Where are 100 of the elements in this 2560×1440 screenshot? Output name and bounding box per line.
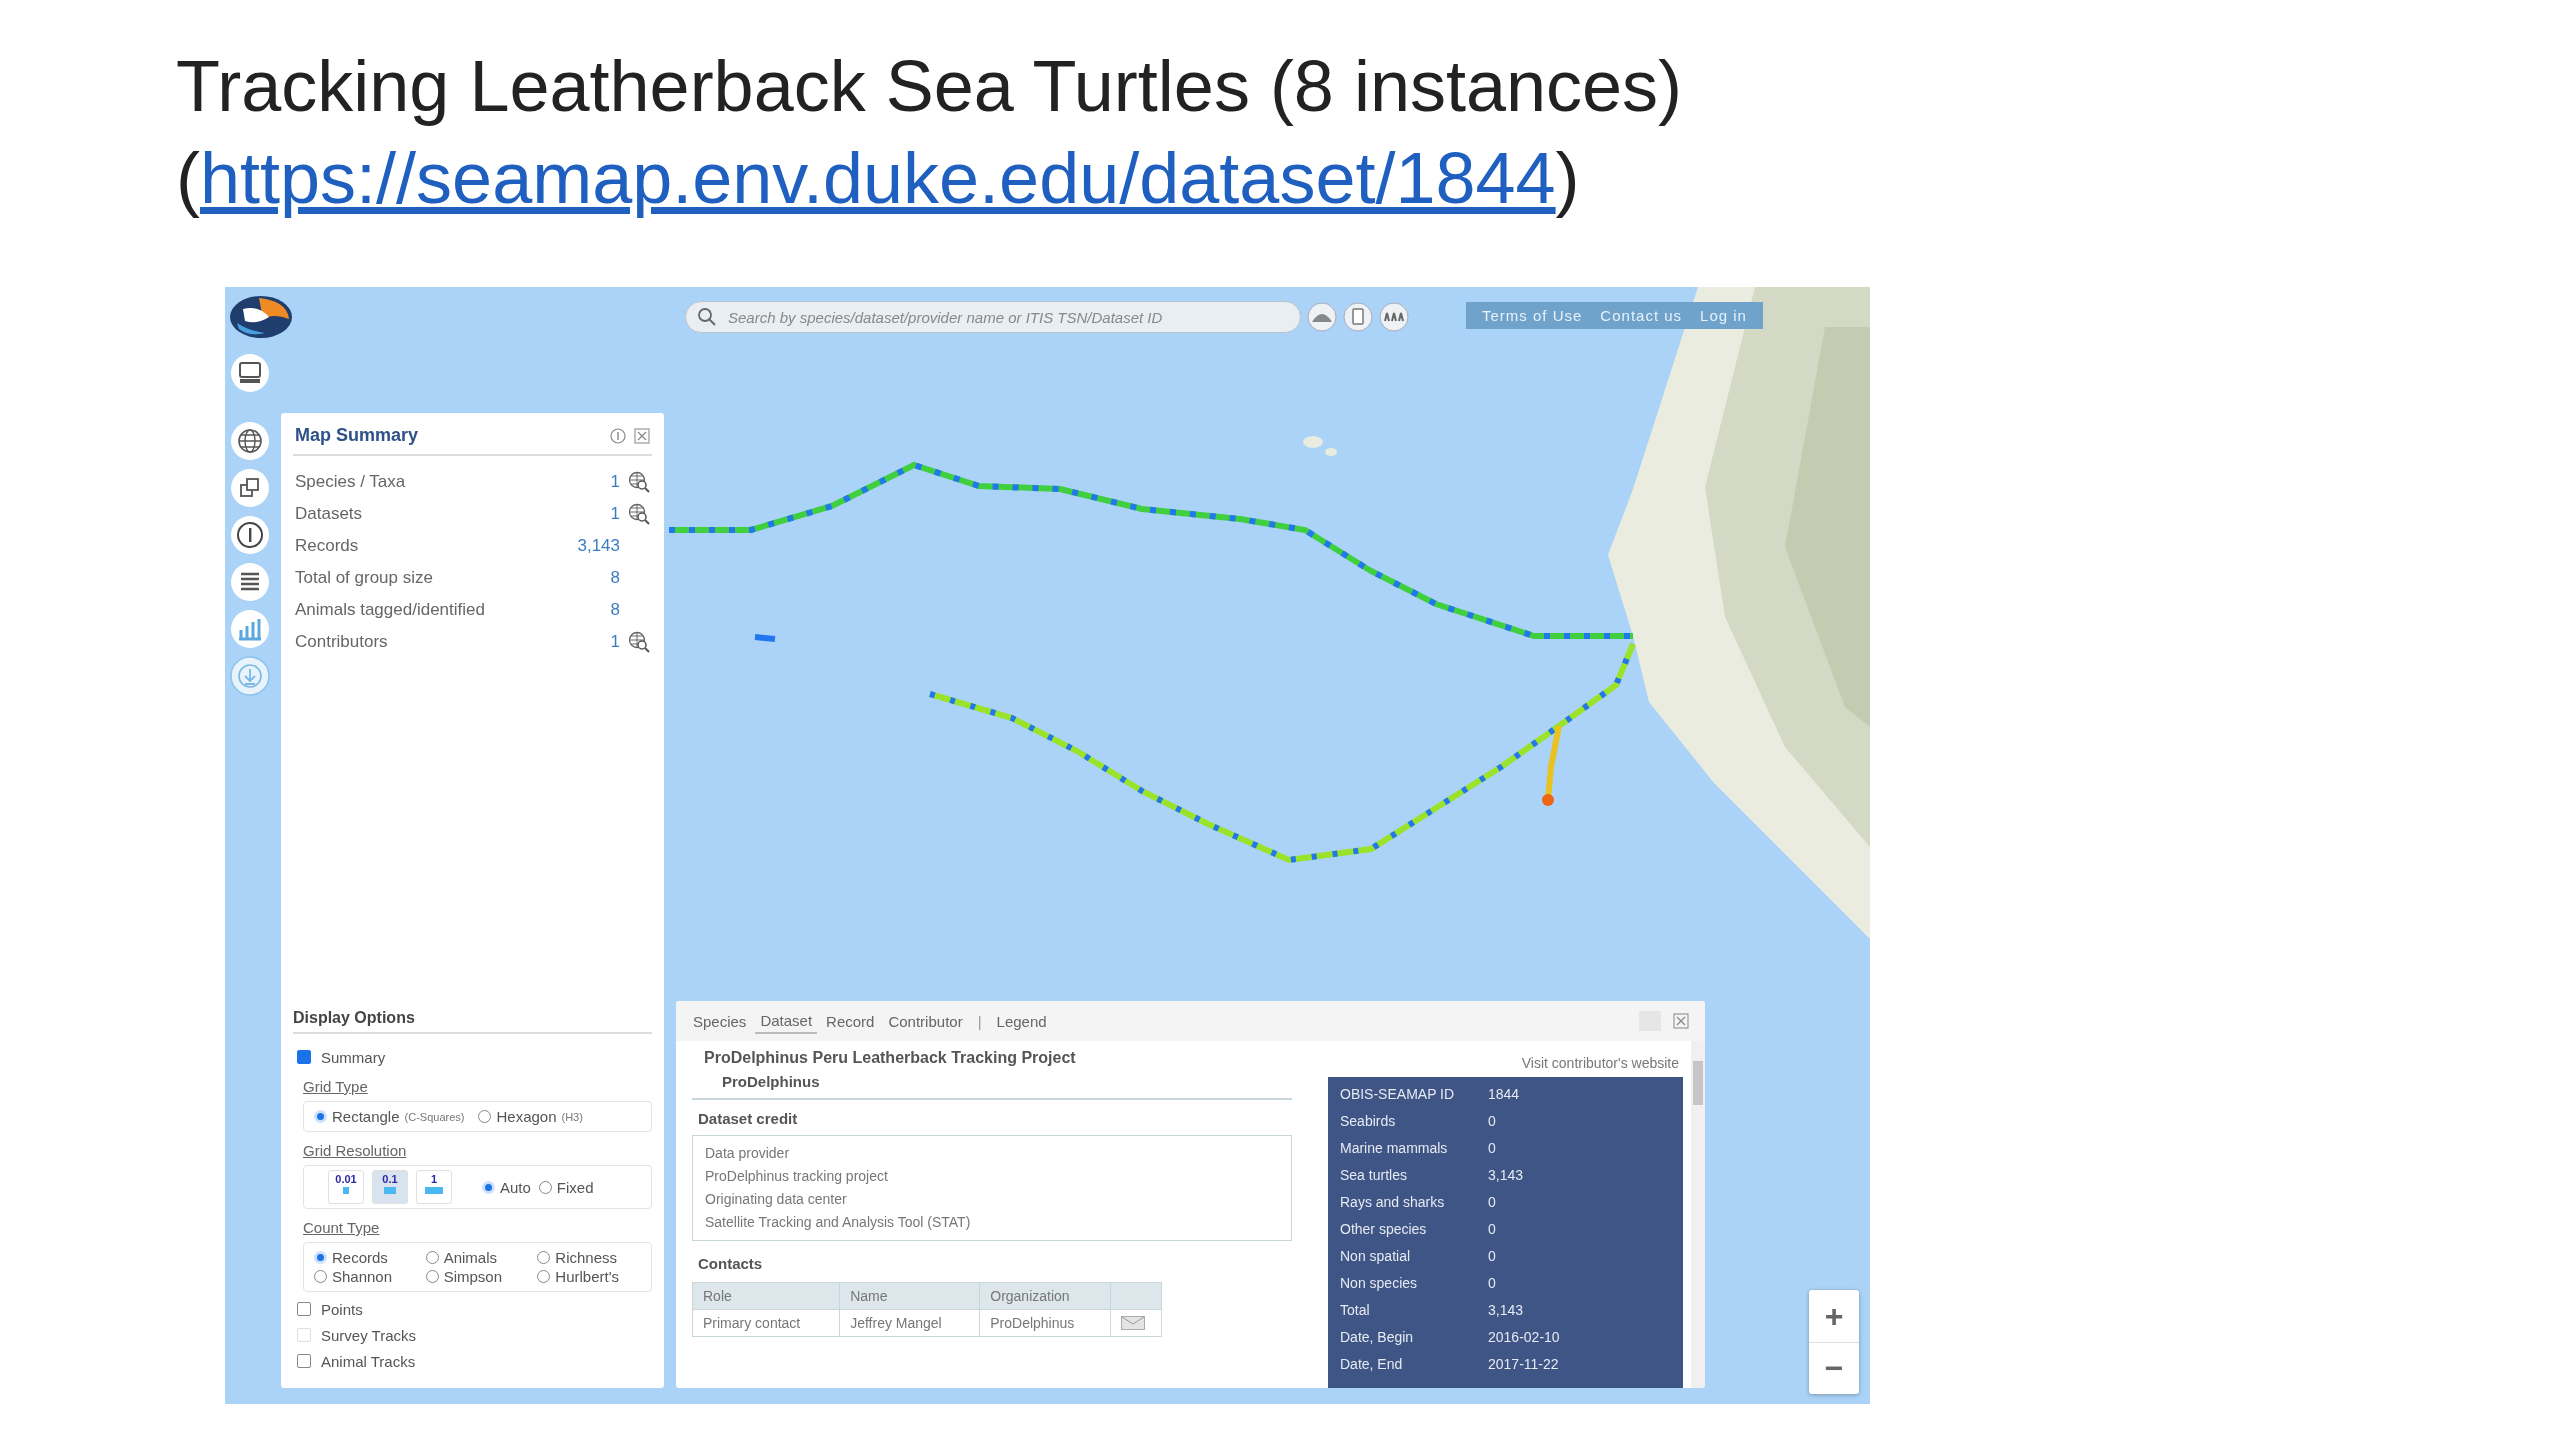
info-icon[interactable] <box>230 515 270 555</box>
stat-label: Other species <box>1340 1220 1428 1237</box>
close-icon[interactable] <box>634 427 650 444</box>
option-label: Rectangle <box>332 1108 400 1125</box>
tab[interactable]: Dataset <box>755 1008 818 1034</box>
summary-label: Records <box>295 536 360 556</box>
summary-value: 1 <box>610 472 620 492</box>
checkbox-label: Points <box>321 1300 363 1318</box>
column-header: Name <box>839 1282 980 1310</box>
stat-label: Total <box>1340 1301 1371 1318</box>
grid-type-link[interactable]: Grid Type <box>303 1078 368 1095</box>
stat-label: Non spatial <box>1340 1247 1412 1264</box>
radio-button[interactable] <box>537 1270 551 1283</box>
summary-value: 1 <box>610 632 620 652</box>
stat-value: 2016-02-10 <box>1488 1328 1560 1345</box>
stat-label: Non species <box>1340 1274 1419 1291</box>
option-label: Simpson <box>443 1268 502 1285</box>
stat-label: Date, End <box>1340 1355 1404 1372</box>
checkbox-label: Survey Tracks <box>321 1326 417 1344</box>
option-label: Hurlbert's <box>555 1268 620 1285</box>
option-label: Shannon <box>332 1268 393 1285</box>
tab[interactable]: Legend <box>991 1009 1052 1033</box>
tab[interactable]: Species <box>688 1009 752 1033</box>
page-icon[interactable] <box>1343 302 1373 332</box>
layers-icon[interactable] <box>230 468 270 508</box>
stat-label: Marine mammals <box>1340 1139 1449 1156</box>
summary-label: Total of group size <box>295 568 434 588</box>
tab[interactable]: Record <box>821 1009 880 1033</box>
stat-value: 2017-11-22 <box>1488 1355 1559 1372</box>
hill-icon[interactable] <box>1307 302 1337 332</box>
tab-separator: | <box>976 1012 983 1030</box>
scrollbar[interactable] <box>1691 1041 1705 1388</box>
option-label: Auto <box>500 1178 531 1196</box>
close-icon[interactable] <box>1673 1013 1689 1029</box>
section-heading: Display Options <box>293 1009 652 1034</box>
radio-button[interactable] <box>314 1270 327 1283</box>
globe-search-icon[interactable] <box>628 471 650 493</box>
radio-button[interactable] <box>478 1110 492 1123</box>
option-note: (H3) <box>561 1110 583 1123</box>
bar-chart-icon[interactable] <box>230 609 270 649</box>
stat-value: 0 <box>1488 1112 1496 1129</box>
figures-icon[interactable] <box>1379 302 1409 332</box>
tab[interactable]: Contributor <box>883 1009 968 1033</box>
dataset-link[interactable]: https://seamap.env.duke.edu/dataset/1844 <box>200 138 1556 218</box>
list-icon[interactable] <box>230 562 270 602</box>
globe-icon[interactable] <box>230 421 270 461</box>
summary-label: Datasets <box>295 504 364 524</box>
stat-value: 3,143 <box>1488 1166 1524 1183</box>
summary-label: Animals tagged/identified <box>295 600 486 620</box>
option-label: Hexagon <box>496 1108 557 1125</box>
section-heading: Contacts <box>697 1255 764 1272</box>
stat-value: 0 <box>1488 1220 1496 1237</box>
stat-label: Date, Begin <box>1340 1328 1415 1345</box>
globe-search-icon[interactable] <box>628 631 650 653</box>
stat-value: 0 <box>1488 1193 1496 1210</box>
globe-search-icon[interactable] <box>628 503 650 525</box>
checkbox[interactable] <box>297 1302 311 1316</box>
resolution-button[interactable]: 1 <box>416 1170 452 1204</box>
option-note: (C-Squares) <box>404 1110 465 1123</box>
download-icon[interactable] <box>230 656 270 696</box>
globe-logo[interactable] <box>229 295 293 339</box>
stat-label: Sea turtles <box>1340 1166 1408 1183</box>
envelope-icon[interactable] <box>1121 1316 1145 1330</box>
stat-value: 0 <box>1488 1247 1496 1264</box>
stat-value: 0 <box>1488 1274 1496 1291</box>
zoom-button[interactable]: + <box>1809 1290 1859 1342</box>
stat-label: Rays and sharks <box>1340 1193 1446 1210</box>
resolution-button[interactable]: 0.01 <box>328 1170 364 1204</box>
summary-label: Species / Taxa <box>295 472 407 492</box>
stat-label: Seabirds <box>1340 1112 1397 1129</box>
checkbox[interactable] <box>297 1354 311 1368</box>
zoom-button[interactable]: − <box>1809 1342 1859 1394</box>
column-header: Organization <box>979 1282 1111 1310</box>
slide-title: Tracking Leatherback Sea Turtles (8 instances) (https://seamap.env.duke.edu/dataset/1844) <box>176 45 1684 220</box>
option-label: Fixed <box>556 1178 594 1196</box>
dataset-title: ProDelphinus Peru Leatherback Tracking Project <box>703 1048 1077 1067</box>
stat-value: 3,143 <box>1488 1301 1524 1318</box>
provider-name: ProDelphinus <box>721 1072 821 1090</box>
radio-button[interactable] <box>537 1251 551 1264</box>
option-label: Records <box>332 1249 388 1266</box>
count-type-link[interactable]: Count Type <box>303 1219 380 1236</box>
radio-button[interactable] <box>425 1270 439 1283</box>
table-cell: ProDelphinus <box>979 1309 1111 1337</box>
credit-line: ProDelphinus tracking project <box>705 1167 889 1186</box>
monitor-icon[interactable] <box>230 353 270 393</box>
summary-value: 8 <box>610 568 620 588</box>
resolution-button[interactable]: 0.1 <box>372 1170 408 1204</box>
option-label: Richness <box>555 1249 618 1266</box>
panel-title: Map Summary <box>295 425 420 446</box>
radio-button[interactable] <box>425 1251 439 1264</box>
grid-resolution-link[interactable]: Grid Resolution <box>303 1142 407 1159</box>
website-link[interactable]: Visit contributor's website <box>1521 1055 1679 1071</box>
radio-button[interactable] <box>538 1180 552 1194</box>
option-label: Animals <box>443 1249 497 1266</box>
credit-line: Originating data center <box>705 1190 848 1209</box>
stat-value: 0 <box>1488 1139 1496 1156</box>
search-field[interactable]: Search by species/dataset/provider name or ITIS TSN/Dataset ID <box>685 301 1301 333</box>
checkbox[interactable] <box>297 1050 311 1064</box>
credit-line: Data provider <box>705 1144 791 1163</box>
summary-value: 8 <box>610 600 620 620</box>
